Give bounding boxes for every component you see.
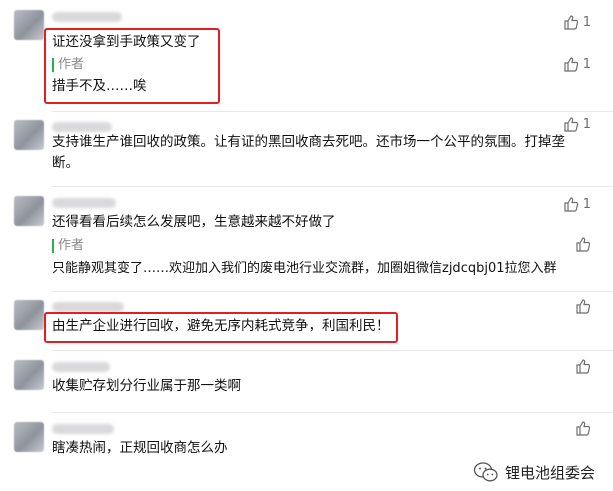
- thumbs-up-icon: [564, 57, 578, 72]
- comment-text: 支持谁生产谁回收的政策。让有证的黑回收商去死吧。还市场一个公平的氛围。打掉垄断。: [52, 134, 565, 171]
- like-button[interactable]: 1: [563, 116, 591, 132]
- commenter-name: [52, 424, 114, 434]
- thumbs-up-icon: [576, 359, 591, 374]
- like-button[interactable]: 1: [563, 14, 591, 30]
- reply-like-button[interactable]: 1: [563, 56, 591, 72]
- commenter-name: [52, 122, 112, 132]
- like-button[interactable]: [575, 298, 591, 314]
- avatar[interactable]: [14, 360, 44, 390]
- like-button[interactable]: 1: [563, 196, 591, 212]
- comment-text: 收集贮存划分行业属于那一类啊: [52, 378, 241, 394]
- like-count: 1: [582, 14, 591, 30]
- author-reply-text: 只能静观其变了……欢迎加入我们的废电池行业交流群，加圈姐微信zjdcqbj01拉…: [52, 261, 557, 276]
- thumbs-up-icon: [576, 299, 591, 314]
- avatar[interactable]: [14, 422, 44, 452]
- divider: [52, 412, 613, 413]
- thumbs-up-icon: [576, 237, 591, 252]
- avatar[interactable]: [14, 196, 44, 226]
- thumbs-up-icon: [576, 421, 591, 436]
- comment-item: 证还没拿到手政策又变了 1 作者 措手不及……唉 1: [0, 0, 613, 112]
- watermark: 锂电池组委会: [473, 461, 595, 483]
- commenter-name: [52, 302, 124, 312]
- like-button[interactable]: [575, 358, 591, 374]
- commenter-name: [52, 198, 116, 208]
- comment-item: 收集贮存划分行业属于那一类啊: [0, 352, 613, 412]
- reply-like-button[interactable]: [575, 236, 591, 252]
- avatar[interactable]: [14, 120, 44, 150]
- comment-text: 瞎凑热闹，正规回收商怎么办: [52, 440, 228, 456]
- watermark-text: 锂电池组委会: [504, 463, 595, 482]
- comment-item: 由生产企业进行回收，避免无序内耗式竞争，利国利民！: [0, 292, 613, 350]
- wechat-icon: [473, 462, 498, 482]
- like-count: 1: [582, 116, 591, 132]
- comment-item: 还得看看后续怎么发展吧，生意越来越不好做了 1 作者 只能静观其变了……欢迎加入…: [0, 188, 613, 292]
- thumbs-up-icon: [564, 117, 578, 132]
- divider: [52, 350, 613, 351]
- thumbs-up-icon: [564, 15, 578, 30]
- like-count: 1: [582, 196, 591, 212]
- author-reply-label: 作者: [52, 239, 84, 253]
- highlight-box: [44, 28, 220, 104]
- like-count: 1: [582, 56, 591, 72]
- comment-item: 支持谁生产谁回收的政策。让有证的黑回收商去死吧。还市场一个公平的氛围。打掉垄断。…: [0, 112, 613, 188]
- highlight-box: [44, 312, 398, 343]
- commenter-name: [52, 362, 110, 372]
- comment-text: 还得看看后续怎么发展吧，生意越来越不好做了: [52, 214, 336, 230]
- divider: [52, 186, 613, 187]
- thumbs-up-icon: [564, 197, 578, 212]
- avatar[interactable]: [14, 10, 44, 40]
- avatar[interactable]: [14, 300, 44, 330]
- like-button[interactable]: [575, 420, 591, 436]
- commenter-name: [52, 12, 122, 22]
